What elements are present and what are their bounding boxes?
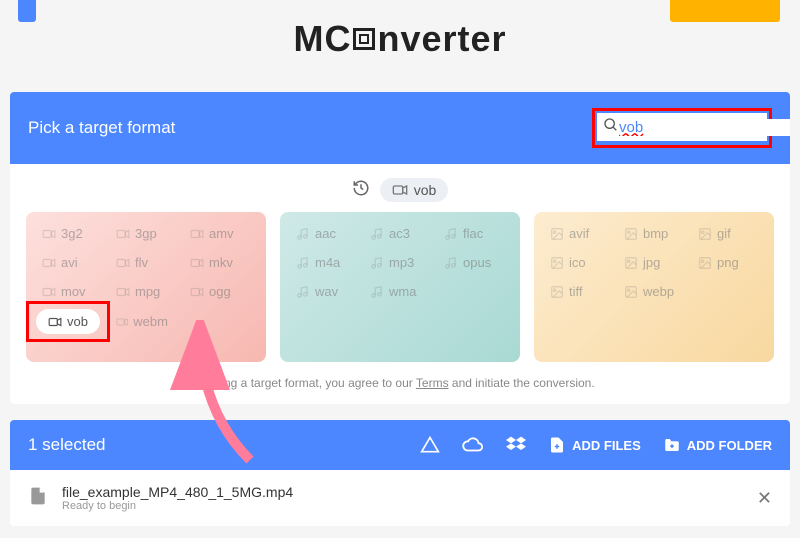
file-status: Ready to begin bbox=[62, 500, 743, 512]
cloud-icon bbox=[462, 434, 484, 456]
format-mp3[interactable]: mp3 bbox=[364, 251, 428, 274]
format-mpg[interactable]: mpg bbox=[110, 280, 174, 303]
format-png[interactable]: png bbox=[692, 251, 756, 274]
onedrive-button[interactable] bbox=[462, 434, 484, 456]
format-webp[interactable]: webp bbox=[618, 280, 682, 303]
remove-file-button[interactable]: ✕ bbox=[757, 488, 772, 509]
files-card: 1 selected ADD FILES ADD FOLDER bbox=[10, 420, 790, 526]
format-mov[interactable]: mov bbox=[36, 280, 100, 303]
history-icon bbox=[352, 179, 370, 202]
format-tiff[interactable]: tiff bbox=[544, 280, 608, 303]
format-ac3[interactable]: ac3 bbox=[364, 222, 428, 245]
format-gif[interactable]: gif bbox=[692, 222, 756, 245]
format-flac[interactable]: flac bbox=[438, 222, 502, 245]
format-card-title: Pick a target format bbox=[28, 118, 175, 138]
file-name: file_example_MP4_480_1_5MG.mp4 bbox=[62, 484, 743, 500]
format-opus[interactable]: opus bbox=[438, 251, 502, 274]
format-wma[interactable]: wma bbox=[364, 280, 428, 303]
file-row: file_example_MP4_480_1_5MG.mp4 Ready to … bbox=[10, 470, 790, 526]
format-avi[interactable]: avi bbox=[36, 251, 100, 274]
terms-text: ecting a target format, you agree to our… bbox=[26, 376, 774, 390]
add-folder-button[interactable]: ADD FOLDER bbox=[663, 436, 772, 454]
format-vob[interactable]: vob bbox=[36, 309, 100, 334]
format-amv[interactable]: amv bbox=[184, 222, 248, 245]
search-highlight-box: ✕ bbox=[592, 108, 772, 148]
format-mkv[interactable]: mkv bbox=[184, 251, 248, 274]
convert-icon bbox=[353, 28, 375, 50]
format-card: Pick a target format ✕ vob bbox=[10, 92, 790, 404]
recent-chip[interactable]: vob bbox=[380, 178, 449, 202]
folder-add-icon bbox=[663, 436, 681, 454]
format-3gp[interactable]: 3gp bbox=[110, 222, 174, 245]
recent-label: vob bbox=[414, 182, 437, 198]
brand-part1: MC bbox=[293, 18, 351, 60]
video-icon bbox=[392, 182, 408, 198]
top-blue-tab bbox=[18, 0, 36, 22]
file-icon bbox=[28, 486, 48, 511]
terms-link[interactable]: Terms bbox=[416, 376, 449, 390]
format-flv[interactable]: flv bbox=[110, 251, 174, 274]
triangle-icon bbox=[420, 435, 440, 455]
format-jpg[interactable]: jpg bbox=[618, 251, 682, 274]
google-drive-button[interactable] bbox=[420, 435, 440, 455]
top-orange-tab bbox=[670, 0, 780, 22]
selection-count: 1 selected bbox=[28, 435, 106, 455]
brand-part2: nverter bbox=[377, 18, 506, 60]
brand-logo: MC nverter bbox=[10, 18, 790, 60]
search-box[interactable]: ✕ bbox=[597, 113, 767, 143]
format-ico[interactable]: ico bbox=[544, 251, 608, 274]
format-ogg[interactable]: ogg bbox=[184, 280, 248, 303]
add-files-button[interactable]: ADD FILES bbox=[548, 436, 641, 454]
format-aac[interactable]: aac bbox=[290, 222, 354, 245]
format-avif[interactable]: avif bbox=[544, 222, 608, 245]
dropbox-icon bbox=[506, 435, 526, 455]
panel-video: 3g2 3gp amv aviflvmkv movmpgogg vobwebm bbox=[26, 212, 266, 362]
search-icon bbox=[603, 117, 619, 138]
panel-audio: aac ac3 flac m4a mp3 opus wavwma bbox=[280, 212, 520, 362]
format-3g2[interactable]: 3g2 bbox=[36, 222, 100, 245]
format-webm[interactable]: webm bbox=[110, 309, 174, 334]
dropbox-button[interactable] bbox=[506, 435, 526, 455]
format-wav[interactable]: wav bbox=[290, 280, 354, 303]
search-input[interactable] bbox=[619, 119, 790, 136]
format-m4a[interactable]: m4a bbox=[290, 251, 354, 274]
format-bmp[interactable]: bmp bbox=[618, 222, 682, 245]
panel-image: avifbmpgif icojpgpng tiff webp bbox=[534, 212, 774, 362]
file-add-icon bbox=[548, 436, 566, 454]
